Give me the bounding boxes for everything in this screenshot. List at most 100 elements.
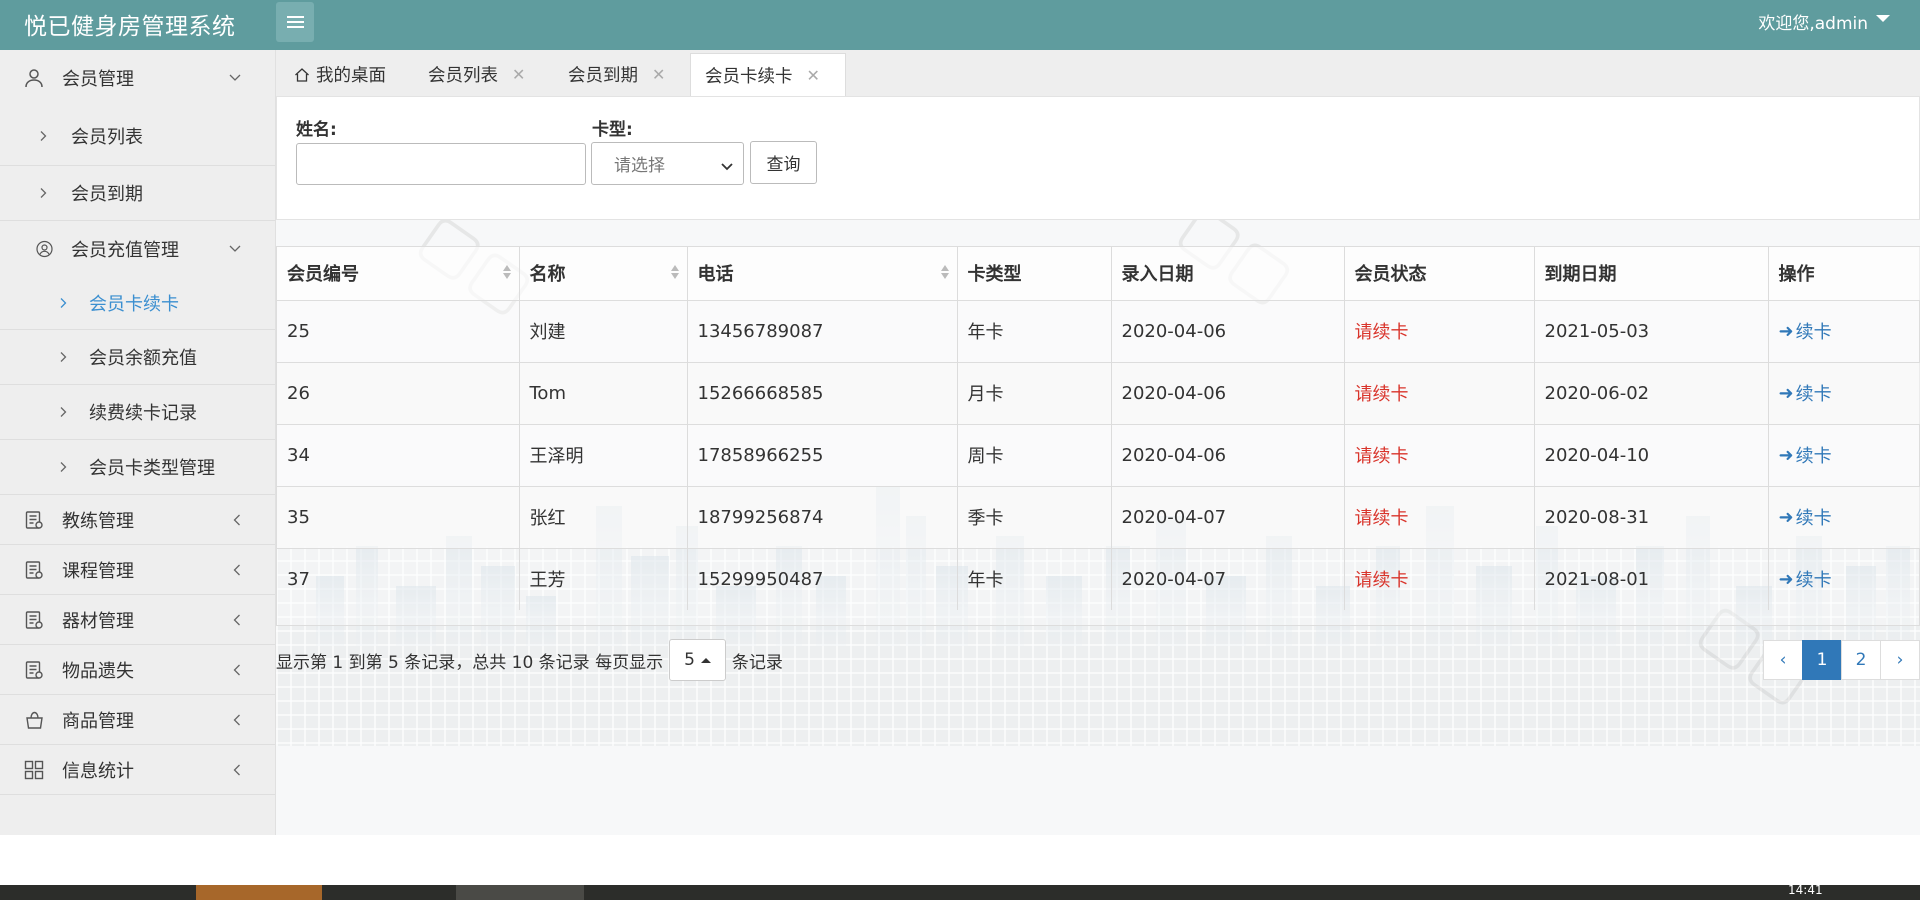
- sidebar-item-label: 会员卡类型管理: [89, 458, 215, 479]
- bag-icon: [24, 710, 45, 730]
- sidebar-item-balance-recharge[interactable]: 会员余额充值: [0, 330, 275, 385]
- page-size-dropdown[interactable]: 5: [669, 639, 726, 681]
- cell-card-type: 年卡: [957, 547, 1112, 610]
- chevron-down-icon: [721, 156, 733, 176]
- prev-page-button[interactable]: ‹: [1763, 640, 1803, 680]
- clipboard-icon: [24, 610, 44, 630]
- cell-action: ➜ 续卡: [1768, 361, 1920, 424]
- cell-card-type: 月卡: [957, 361, 1112, 424]
- cell-card-type: 年卡: [957, 299, 1112, 362]
- cell-expire-date: 2020-08-31: [1534, 485, 1769, 548]
- sidebar-item-card-renewal[interactable]: 会员卡续卡: [0, 276, 275, 330]
- chevron-right-icon: [60, 352, 67, 363]
- sidebar-item-goods-management[interactable]: 商品管理: [0, 695, 275, 745]
- tab-member-list[interactable]: 会员列表 ✕: [428, 53, 525, 96]
- next-page-button[interactable]: ›: [1880, 640, 1920, 680]
- page-size-value: 5: [684, 650, 695, 670]
- sidebar-item-statistics[interactable]: 信息统计: [0, 745, 275, 795]
- sidebar-item-coach-management[interactable]: 教练管理: [0, 495, 275, 545]
- name-search-input[interactable]: [296, 143, 586, 185]
- cell-action: ➜ 续卡: [1768, 423, 1920, 486]
- sidebar-item-course-management[interactable]: 课程管理: [0, 545, 275, 595]
- cell-status: 请续卡: [1344, 547, 1535, 610]
- chevron-left-icon: [233, 514, 241, 526]
- clipboard-icon: [24, 660, 44, 680]
- renew-link[interactable]: ➜ 续卡: [1779, 380, 1832, 406]
- sort-icon: [502, 265, 511, 279]
- clipboard-icon: [24, 560, 44, 580]
- cell-expire-date: 2021-05-03: [1534, 299, 1769, 362]
- chevron-left-icon: [233, 614, 241, 626]
- page-button-2[interactable]: 2: [1841, 640, 1881, 680]
- sidebar-item-renewal-records[interactable]: 续费续卡记录: [0, 385, 275, 440]
- arrow-right-icon: ➜: [1778, 444, 1794, 466]
- cell-status: 请续卡: [1344, 361, 1535, 424]
- members-table-panel: 会员编号 名称 电话 卡类型 录入日期 会员状态 到期日期 操作 25 刘建 1…: [276, 246, 1920, 626]
- taskbar-app[interactable]: [456, 885, 584, 900]
- table-row: 37 王芳 15299950487 年卡 2020-04-07 请续卡 2021…: [277, 547, 1920, 610]
- top-header: 悦已健身房管理系统 欢迎您,admin: [0, 0, 1920, 50]
- sidebar-item-label: 会员列表: [71, 126, 143, 148]
- sidebar-item-label: 物品遗失: [62, 660, 134, 682]
- chevron-right-icon: [40, 188, 47, 199]
- close-icon[interactable]: ✕: [807, 66, 820, 85]
- sidebar-item-recharge-management[interactable]: 会员充值管理: [0, 221, 275, 276]
- cell-entry-date: 2020-04-06: [1111, 361, 1345, 424]
- cell-entry-date: 2020-04-07: [1111, 485, 1345, 548]
- pagination: ‹ 1 2 ›: [1763, 640, 1920, 680]
- sidebar-toggle-button[interactable]: [276, 2, 314, 42]
- table-row: 25 刘建 13456789087 年卡 2020-04-06 请续卡 2021…: [277, 299, 1920, 362]
- taskbar-clock: 14:41: [1788, 883, 1823, 897]
- sidebar-item-member-management[interactable]: 会员管理: [0, 50, 275, 106]
- cell-action: ➜ 续卡: [1768, 485, 1920, 548]
- cell-id: 26: [277, 361, 520, 424]
- caret-up-icon: [700, 657, 711, 663]
- sidebar-item-label: 商品管理: [62, 710, 134, 732]
- close-icon[interactable]: ✕: [512, 65, 525, 84]
- card-type-label: 卡型:: [592, 120, 633, 140]
- user-menu[interactable]: 欢迎您,admin: [1758, 9, 1890, 34]
- column-header[interactable]: 电话: [687, 247, 958, 300]
- renew-link[interactable]: ➜ 续卡: [1779, 566, 1832, 592]
- page-button-1[interactable]: 1: [1802, 640, 1842, 680]
- close-icon[interactable]: ✕: [652, 65, 665, 84]
- tab-desktop[interactable]: 我的桌面: [294, 53, 386, 96]
- card-type-select[interactable]: 请选择: [591, 142, 744, 185]
- column-header: 卡类型: [957, 247, 1112, 300]
- column-header: 录入日期: [1111, 247, 1345, 300]
- sort-icon: [940, 265, 949, 279]
- cell-name: 刘建: [519, 299, 688, 362]
- chevron-down-icon: [229, 245, 241, 253]
- name-label: 姓名:: [296, 120, 337, 140]
- column-header[interactable]: 会员编号: [277, 247, 520, 300]
- column-header[interactable]: 名称: [519, 247, 688, 300]
- query-button[interactable]: 查询: [750, 141, 817, 184]
- renew-link[interactable]: ➜ 续卡: [1779, 442, 1832, 468]
- cell-phone: 17858966255: [687, 423, 958, 486]
- sidebar-item-label: 会员管理: [62, 69, 134, 90]
- grid-icon: [24, 760, 44, 780]
- arrow-right-icon: ➜: [1778, 568, 1794, 590]
- table-row: 26 Tom 15266668585 月卡 2020-04-06 请续卡 202…: [277, 361, 1920, 424]
- sidebar-item-member-expiry[interactable]: 会员到期: [0, 166, 275, 221]
- cell-name: 王芳: [519, 547, 688, 610]
- sidebar-item-member-list[interactable]: 会员列表: [0, 106, 275, 166]
- sidebar-item-equipment-management[interactable]: 器材管理: [0, 595, 275, 645]
- cell-status: 请续卡: [1344, 423, 1535, 486]
- tab-card-renewal[interactable]: 会员卡续卡 ✕: [690, 53, 846, 96]
- sidebar-item-card-type-management[interactable]: 会员卡类型管理: [0, 440, 275, 495]
- cell-entry-date: 2020-04-06: [1111, 299, 1345, 362]
- renew-link[interactable]: ➜ 续卡: [1779, 318, 1832, 344]
- taskbar-app[interactable]: [196, 885, 322, 900]
- cell-status: 请续卡: [1344, 299, 1535, 362]
- tab-member-expiry[interactable]: 会员到期 ✕: [568, 53, 665, 96]
- renew-link[interactable]: ➜ 续卡: [1779, 504, 1832, 530]
- table-row: 34 王泽明 17858966255 周卡 2020-04-06 请续卡 202…: [277, 423, 1920, 486]
- app-title: 悦已健身房管理系统: [24, 14, 236, 40]
- sidebar: 会员管理 会员列表 会员到期 会员充值管理 会员卡续卡 会员余额充值 续费续卡记…: [0, 50, 276, 835]
- tab-label: 我的桌面: [316, 66, 386, 86]
- sidebar-item-lost-items[interactable]: 物品遗失: [0, 645, 275, 695]
- column-header: 会员状态: [1344, 247, 1535, 300]
- cell-phone: 15299950487: [687, 547, 958, 610]
- cell-phone: 15266668585: [687, 361, 958, 424]
